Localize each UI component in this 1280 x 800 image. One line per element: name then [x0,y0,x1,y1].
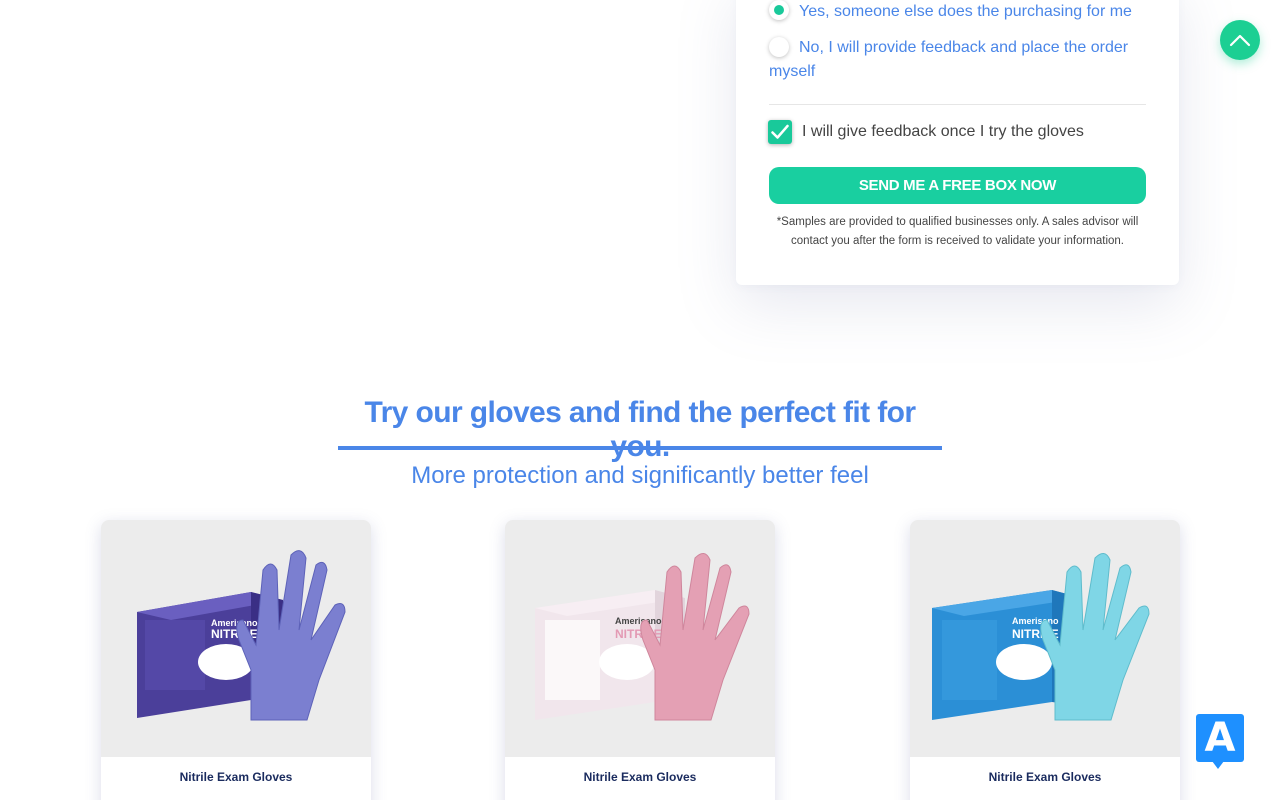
checkbox-label: I will give feedback once I try the glov… [802,123,1084,140]
chevron-up-icon [1229,34,1251,47]
product-name: Nitrile Exam Gloves [179,770,293,784]
accessibility-icon: A [1204,715,1236,761]
product-image: Amerisano NITRILE G [101,520,371,757]
radio-button-selected[interactable] [769,0,789,20]
product-image: Amerisano NITRILE G [505,520,775,757]
accessibility-button[interactable]: A [1196,714,1244,769]
section-title: Try our gloves and find the perfect fit … [364,396,917,463]
product-image: Amerisano NITRILE G [910,520,1180,757]
box-brand: Amerisano [1012,616,1059,626]
feedback-checkbox-row[interactable]: I will give feedback once I try the glov… [768,120,1084,144]
title-underline [338,446,942,450]
radio-label: Yes, someone else does the purchasing fo… [799,3,1132,20]
glove-box-image: Amerisano NITRILE G [932,553,1150,721]
glove-box-image: Amerisano NITRILE G [535,553,750,721]
checkmark-icon [771,124,789,139]
product-name: Nitrile Exam Gloves [988,770,1102,784]
product-card-blue[interactable]: Amerisano NITRILE G Nitrile Exam Gloves [910,520,1180,800]
scroll-to-top-button[interactable] [1220,20,1260,60]
radio-button[interactable] [769,37,789,57]
send-free-box-button[interactable]: SEND ME A FREE BOX NOW [769,167,1146,204]
glove-box-image: Amerisano NITRILE G [137,550,346,721]
radio-option-someone-else[interactable]: Yes, someone else does the purchasing fo… [769,0,1132,24]
feedback-checkbox[interactable] [768,120,792,144]
radio-label: No, I will provide feedback and place th… [769,39,1129,80]
radio-option-self[interactable]: No, I will provide feedback and place th… [769,36,1149,84]
product-card-purple[interactable]: Amerisano NITRILE G Nitrile Exam Gloves [101,520,371,800]
form-divider [769,104,1146,105]
box-brand: Amerisano [615,616,662,626]
product-card-pink[interactable]: Amerisano NITRILE G Nitrile Exam Gloves [505,520,775,800]
product-name: Nitrile Exam Gloves [583,770,697,784]
form-disclaimer: *Samples are provided to qualified busin… [776,216,1139,247]
section-subtitle: More protection and significantly better… [411,462,869,489]
